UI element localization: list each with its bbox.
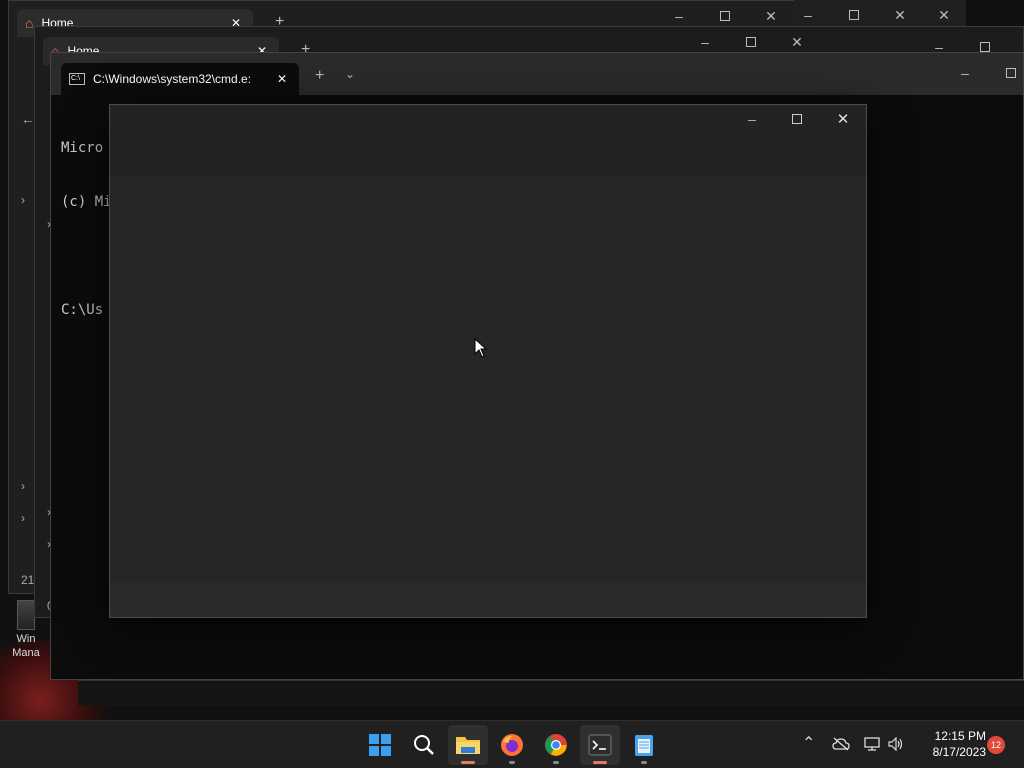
chevron-right-icon[interactable]: ›: [21, 193, 25, 207]
minimize-button[interactable]: –: [953, 63, 977, 83]
notification-badge[interactable]: 12: [987, 736, 1005, 754]
chevron-right-icon[interactable]: ›: [21, 511, 25, 525]
terminal-button[interactable]: [580, 725, 620, 765]
close-button[interactable]: ✕: [831, 109, 855, 129]
minimize-button[interactable]: –: [667, 6, 691, 26]
close-button[interactable]: ✕: [759, 6, 783, 26]
maximize-button[interactable]: [999, 63, 1023, 83]
window-bottom-strip: [78, 680, 1024, 706]
network-icon[interactable]: [864, 737, 880, 751]
running-indicator: [461, 761, 475, 764]
task-manager-icon: [17, 600, 35, 630]
home-icon: ⌂: [25, 15, 34, 31]
close-button[interactable]: ✕: [785, 32, 809, 52]
running-indicator: [593, 761, 607, 764]
maximize-button[interactable]: [785, 109, 809, 129]
minimize-button[interactable]: –: [740, 109, 764, 129]
start-button[interactable]: [360, 725, 400, 765]
maximize-icon: [849, 10, 859, 20]
clock[interactable]: 12:15 PM 8/17/2023: [910, 728, 986, 760]
maximize-button[interactable]: [842, 5, 866, 25]
minimize-button[interactable]: –: [693, 32, 717, 52]
desktop-icon-label-2: Mana: [12, 647, 40, 659]
blank-window[interactable]: – ✕: [109, 104, 867, 618]
maximize-button[interactable]: [713, 6, 737, 26]
cmd-icon: C:\: [69, 73, 85, 85]
chrome-button[interactable]: [536, 725, 576, 765]
maximize-icon: [792, 114, 802, 124]
chevron-down-icon[interactable]: ⌄: [345, 67, 355, 81]
terminal-line: C:\Us: [61, 302, 104, 318]
desktop: Win Mana ⌂ Home ✕ + – ✕ ← › › › 21 – ✕ ✕…: [0, 0, 1024, 720]
close-tab-icon[interactable]: ✕: [277, 72, 287, 86]
close-button[interactable]: ✕: [888, 5, 912, 25]
firefox-icon: [501, 734, 523, 756]
terminal-line: Micro: [61, 140, 104, 156]
chevron-right-icon[interactable]: ›: [21, 479, 25, 493]
firefox-button[interactable]: [492, 725, 532, 765]
new-tab-icon[interactable]: +: [315, 67, 324, 85]
windows-logo-icon: [369, 734, 391, 756]
clock-date: 8/17/2023: [932, 745, 986, 759]
maximize-button[interactable]: [739, 32, 763, 52]
running-indicator: [509, 761, 515, 764]
maximize-icon: [746, 37, 756, 47]
notepad-button[interactable]: [624, 725, 664, 765]
taskbar: ⌃ 12:15 PM 8/17/2023: [0, 720, 1024, 768]
file-explorer-button[interactable]: [448, 725, 488, 765]
running-indicator: [641, 761, 647, 764]
maximize-icon: [980, 42, 990, 52]
terminal-line: (c) Mi: [61, 194, 112, 210]
tab-cmd[interactable]: C:\ C:\Windows\system32\cmd.e: ✕: [61, 63, 299, 95]
onedrive-offline-icon[interactable]: [832, 737, 850, 751]
terminal-icon: [588, 734, 612, 756]
show-hidden-icons-chevron-up-icon[interactable]: ⌃: [802, 733, 815, 753]
blank-window-footer: [110, 583, 866, 617]
item-count-text: 21: [21, 573, 35, 587]
running-indicator: [553, 761, 559, 764]
volume-icon[interactable]: [888, 737, 904, 751]
chrome-icon: [545, 734, 567, 756]
maximize-icon: [720, 11, 730, 21]
minimize-button[interactable]: –: [796, 5, 820, 25]
maximize-icon: [1006, 68, 1016, 78]
clock-time: 12:15 PM: [934, 729, 986, 743]
desktop-icon-label-1: Win: [16, 633, 36, 645]
terminal-output[interactable]: Micro (c) Mi C:\Us: [61, 103, 112, 355]
search-button[interactable]: [404, 725, 444, 765]
notepad-icon: [635, 735, 653, 756]
back-arrow-icon[interactable]: ←: [21, 111, 35, 127]
search-icon: [414, 735, 434, 755]
folder-icon: [456, 737, 480, 754]
close-button[interactable]: ✕: [932, 5, 956, 25]
mouse-cursor-icon: [474, 338, 488, 358]
tab-label: C:\Windows\system32\cmd.e:: [93, 72, 252, 86]
